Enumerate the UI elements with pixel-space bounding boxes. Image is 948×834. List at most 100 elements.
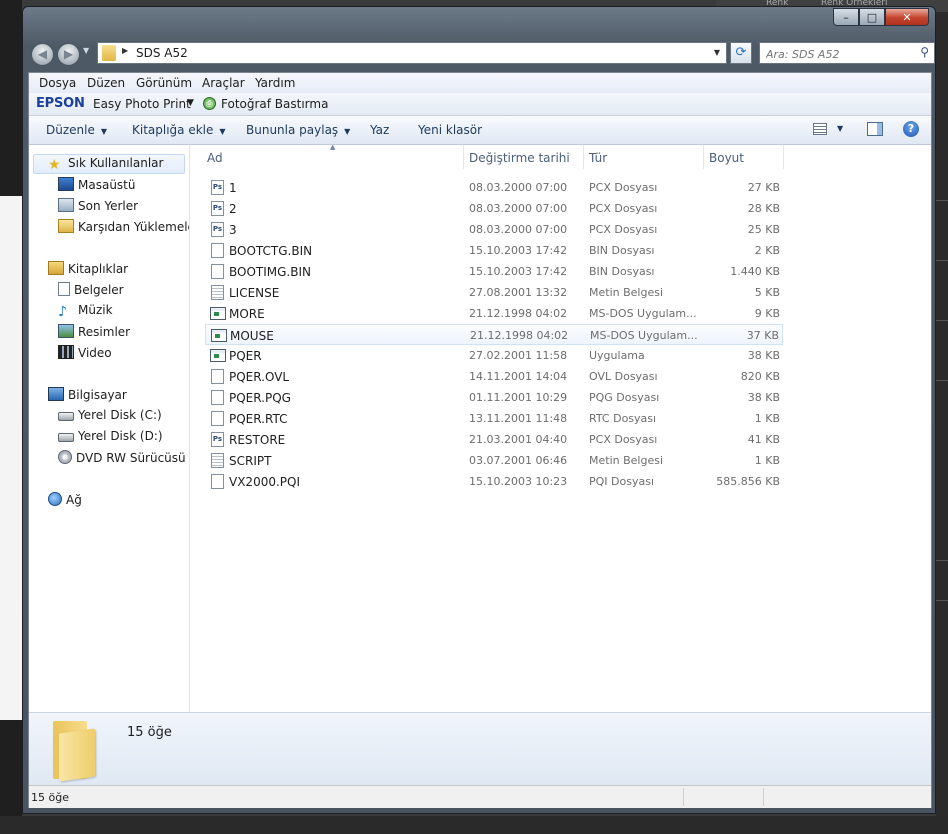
file-name: VX2000.PQI — [229, 475, 301, 489]
file-size: 27 KB — [747, 181, 780, 194]
file-type: Metin Belgesi — [589, 286, 664, 299]
search-input[interactable] — [764, 45, 918, 63]
table-row[interactable]: BOOTIMG.BIN 15.10.2003 17:42 BIN Dosyası 1.… — [205, 261, 783, 282]
table-row[interactable]: PQER.PQG 01.11.2001 10:29 PQG Dosyası 38 KB — [205, 387, 783, 408]
column-divider[interactable] — [583, 145, 584, 169]
address-path[interactable]: SDS A52 — [136, 46, 188, 60]
table-row[interactable]: Ps RESTORE 21.03.2001 04:40 PCX Dosyası 41 K… — [205, 429, 783, 450]
pcx-file-icon: Ps — [211, 180, 224, 195]
file-date: 08.03.2000 07:00 — [469, 223, 568, 236]
preview-pane-icon[interactable] — [867, 122, 883, 136]
file-date: 13.11.2001 11:48 — [469, 412, 568, 425]
menu-view[interactable]: Görünüm — [136, 76, 192, 90]
nav-item-desktop[interactable]: Masaüstü — [58, 177, 135, 195]
photo-print-button[interactable]: Fotoğraf Bastırma — [221, 97, 328, 111]
column-divider[interactable] — [783, 145, 784, 169]
nav-item-documents[interactable]: Belgeler — [58, 282, 124, 300]
nav-item-dvd[interactable]: DVD RW Sürücüsü (E — [58, 450, 189, 468]
menu-tools[interactable]: Araçlar — [202, 76, 245, 90]
organize-label: Düzenle — [46, 123, 95, 137]
table-row[interactable]: MOUSE 21.12.1998 04:02 MS-DOS Uygulam... 37… — [205, 324, 783, 345]
column-header-type[interactable]: Tür — [589, 151, 607, 165]
column-divider[interactable] — [703, 145, 704, 169]
column-header-size[interactable]: Boyut — [709, 151, 744, 165]
table-row[interactable]: Ps 3 08.03.2000 07:00 PCX Dosyası 25 KB — [205, 219, 783, 240]
file-name: PQER.RTC — [229, 412, 288, 426]
nav-item-disk-c[interactable]: Yerel Disk (C:) — [58, 408, 162, 426]
nav-item-recent-places[interactable]: Son Yerler — [58, 198, 138, 216]
burn-button[interactable]: Yaz — [370, 123, 389, 137]
file-name: PQER.OVL — [229, 370, 290, 384]
menu-file[interactable]: Dosya — [39, 76, 76, 90]
file-size: 2 KB — [754, 244, 780, 257]
maximize-button[interactable]: □ — [859, 8, 885, 26]
file-size: 28 KB — [747, 202, 780, 215]
search-box[interactable]: ⚲ — [759, 42, 935, 64]
minimize-button[interactable]: – — [833, 8, 859, 26]
back-button[interactable]: ◀ — [31, 43, 54, 66]
organize-button[interactable]: Düzenle ▼ — [46, 123, 107, 137]
photo-print-icon[interactable]: ⎙ — [203, 97, 216, 110]
nav-libraries[interactable]: Kitaplıklar — [48, 261, 128, 279]
address-bar[interactable]: ▶ SDS A52 ▼ — [97, 42, 727, 64]
table-row[interactable]: PQER.RTC 13.11.2001 11:48 RTC Dosyası 1 KB — [205, 408, 783, 429]
nav-item-disk-d-label: Yerel Disk (D:) — [78, 429, 163, 443]
menu-help[interactable]: Yardım — [255, 76, 295, 90]
column-header-date[interactable]: Değiştirme tarihi — [469, 151, 570, 165]
details-item-count: 15 öğe — [127, 725, 172, 740]
nav-item-disk-d[interactable]: Yerel Disk (D:) — [58, 429, 163, 447]
nav-item-pictures[interactable]: Resimler — [58, 324, 130, 342]
new-folder-button[interactable]: Yeni klasör — [418, 123, 482, 137]
search-icon[interactable]: ⚲ — [920, 45, 929, 59]
close-button[interactable]: ✕ — [885, 8, 929, 26]
pcx-file-icon: Ps — [211, 201, 224, 216]
easy-photo-print-dropdown-icon[interactable]: ▼ — [187, 98, 194, 108]
file-type: MS-DOS Uygulam... — [589, 307, 697, 320]
nav-item-music[interactable]: ♪ Müzik — [58, 303, 113, 321]
view-options-icon[interactable] — [813, 123, 827, 135]
breadcrumb-chevron-icon[interactable]: ▶ — [122, 46, 128, 55]
nav-network[interactable]: Ağ — [48, 492, 82, 510]
nav-item-downloads[interactable]: Karşıdan Yüklemeler — [58, 219, 189, 237]
address-dropdown-icon[interactable]: ▼ — [714, 48, 720, 57]
command-bar: Düzenle ▼ Kitaplığa ekle ▼ Bununla paylaş ▼… — [29, 116, 931, 145]
table-row[interactable]: BOOTCTG.BIN 15.10.2003 17:42 BIN Dosyası 2 … — [205, 240, 783, 261]
menu-edit[interactable]: Düzen — [87, 76, 125, 90]
nav-item-video[interactable]: Video — [58, 345, 112, 363]
table-row[interactable]: VX2000.PQI 15.10.2003 10:23 PQI Dosyası 585… — [205, 471, 783, 492]
table-row[interactable]: Ps 1 08.03.2000 07:00 PCX Dosyası 27 KB — [205, 177, 783, 198]
background-bottom-strip — [0, 816, 948, 834]
file-date: 03.07.2001 06:46 — [469, 454, 568, 467]
forward-button[interactable]: ▶ — [57, 43, 80, 66]
nav-favorites[interactable]: ★ Sık Kullanılanlar — [48, 156, 163, 174]
refresh-button[interactable]: ⟳ — [730, 42, 752, 64]
file-date: 15.10.2003 17:42 — [469, 265, 568, 278]
table-row[interactable]: MORE 21.12.1998 04:02 MS-DOS Uygulam... 9 K… — [205, 303, 783, 324]
column-divider[interactable] — [463, 145, 464, 169]
network-icon — [48, 492, 62, 506]
file-type: PCX Dosyası — [589, 181, 658, 194]
help-icon[interactable]: ? — [903, 121, 919, 137]
easy-photo-print-button[interactable]: Easy Photo Print — [93, 97, 191, 111]
table-row[interactable]: SCRIPT 03.07.2001 06:46 Metin Belgesi 1 KB — [205, 450, 783, 471]
column-header-name[interactable]: Ad — [207, 151, 223, 165]
share-with-button[interactable]: Bununla paylaş ▼ — [246, 123, 350, 137]
file-icon — [211, 390, 224, 405]
table-row[interactable]: LICENSE 27.08.2001 13:32 Metin Belgesi 5 KB — [205, 282, 783, 303]
dvd-icon — [58, 450, 72, 464]
file-size: 820 KB — [740, 370, 780, 383]
recent-pages-dropdown[interactable]: ▼ — [83, 46, 89, 55]
file-size: 25 KB — [747, 223, 780, 236]
view-options-dropdown-icon[interactable]: ▼ — [837, 124, 843, 133]
nav-computer[interactable]: Bilgisayar — [48, 387, 127, 405]
table-row[interactable]: PQER 27.02.2001 11:58 Uygulama 38 KB — [205, 345, 783, 366]
file-size: 1 KB — [754, 454, 780, 467]
nav-item-music-label: Müzik — [78, 303, 113, 317]
file-date: 15.10.2003 10:23 — [469, 475, 568, 488]
table-row[interactable]: Ps 2 08.03.2000 07:00 PCX Dosyası 28 KB — [205, 198, 783, 219]
table-row[interactable]: PQER.OVL 14.11.2001 14:04 OVL Dosyası 820 K… — [205, 366, 783, 387]
application-icon — [210, 349, 226, 362]
file-name: RESTORE — [229, 433, 286, 447]
file-date: 21.12.1998 04:02 — [470, 329, 569, 342]
add-to-library-button[interactable]: Kitaplığa ekle ▼ — [132, 123, 226, 137]
